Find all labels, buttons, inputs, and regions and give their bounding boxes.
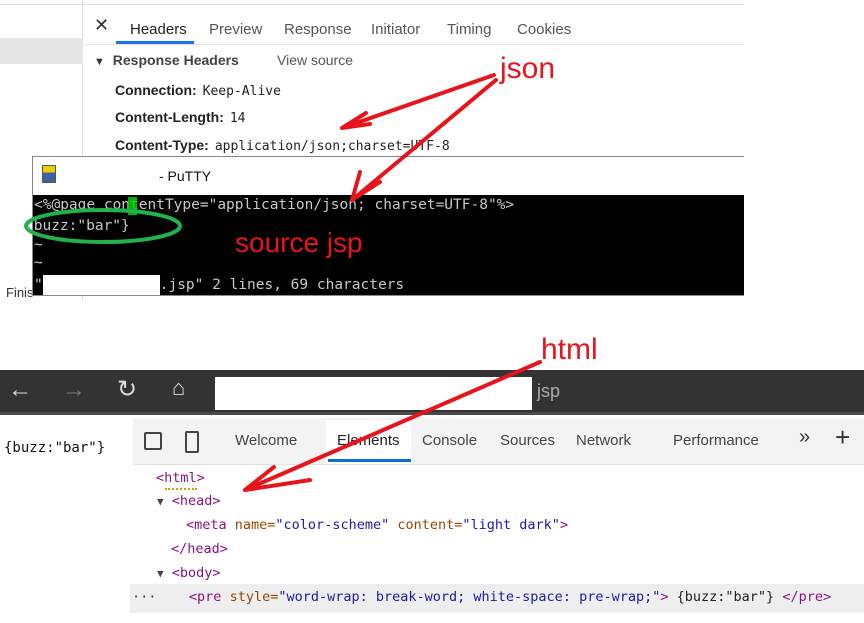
- annotation-overlay: [24, 73, 542, 492]
- green-circle-annotation: [24, 208, 182, 244]
- arrow-to-html: [243, 360, 542, 492]
